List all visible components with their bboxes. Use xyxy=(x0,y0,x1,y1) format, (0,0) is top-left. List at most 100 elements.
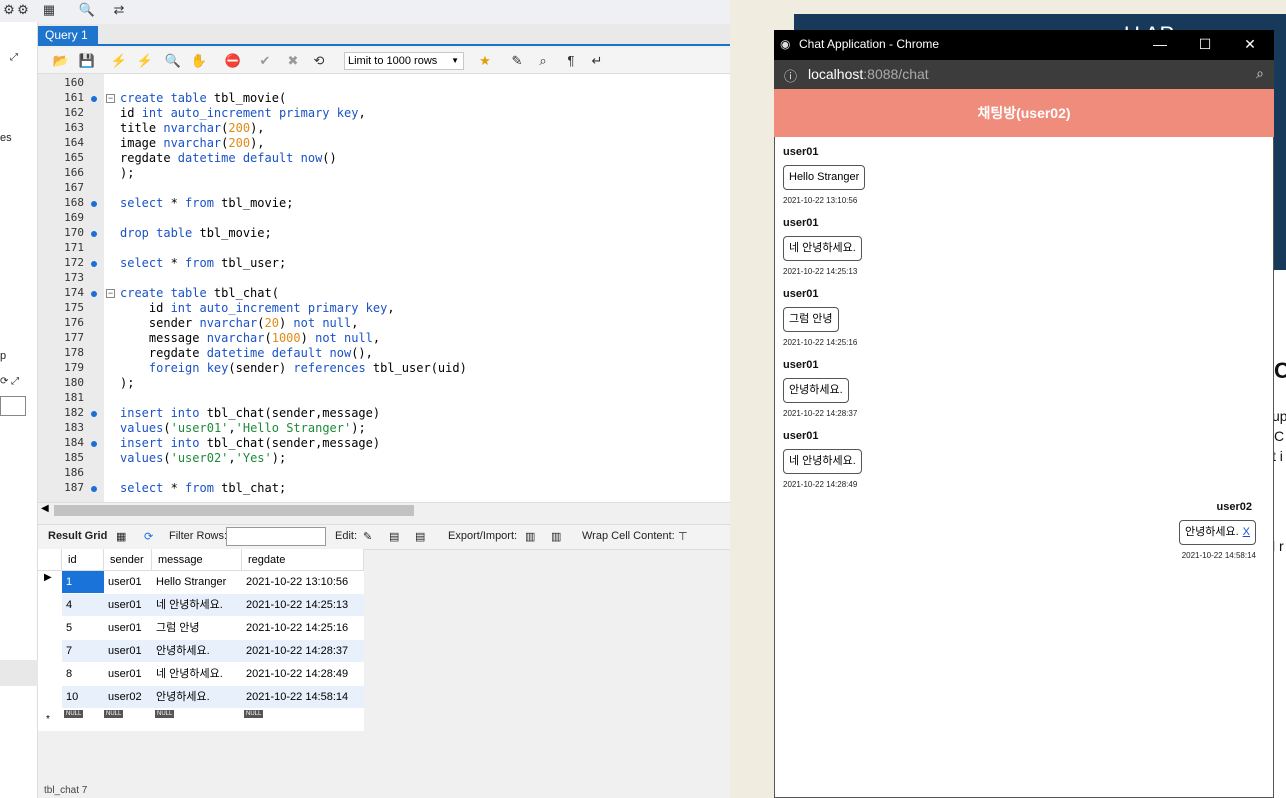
code-line[interactable]: id int auto_increment primary key, xyxy=(120,301,395,315)
beautify-icon[interactable]: ✎ xyxy=(508,52,526,70)
table-cell[interactable]: 네 안녕하세요. xyxy=(152,594,242,616)
table-cell[interactable]: 2021-10-22 14:58:14 xyxy=(242,686,364,708)
result-grid-label[interactable]: Result Grid xyxy=(48,530,107,542)
table-cell[interactable]: user01 xyxy=(104,594,152,616)
code-line[interactable]: regdate datetime default now(), xyxy=(120,346,373,360)
delete-row-icon[interactable]: ▤ xyxy=(415,530,425,543)
table-cell[interactable]: Hello Stranger xyxy=(152,571,242,593)
inspect-icon[interactable]: 🔍 xyxy=(78,2,96,18)
table-cell[interactable]: 8 xyxy=(62,663,104,685)
execute-icon[interactable]: ⚡ xyxy=(110,52,128,70)
table-cell[interactable]: 안녕하세요. xyxy=(152,686,242,708)
table-cell[interactable]: 2021-10-22 14:25:13 xyxy=(242,594,364,616)
message-timestamp: 2021-10-22 14:58:14 xyxy=(1181,551,1256,560)
col-header-regdate[interactable]: regdate xyxy=(242,549,364,571)
bookmark-icon[interactable]: ★ xyxy=(476,52,494,70)
code-line[interactable]: select * from tbl_chat; xyxy=(120,481,286,495)
zoom-icon[interactable]: ⌕ xyxy=(1256,65,1264,82)
minimize-icon[interactable]: — xyxy=(1150,34,1170,54)
scrollbar-thumb[interactable] xyxy=(54,505,414,516)
code-line[interactable]: ); xyxy=(120,166,134,180)
wrap-icon[interactable]: ↵ xyxy=(588,52,606,70)
table-cell[interactable]: user01 xyxy=(104,571,152,593)
table-icon[interactable]: ▦ xyxy=(40,2,58,18)
save-icon[interactable]: 💾 xyxy=(78,52,96,70)
table-cell[interactable]: 그럼 안녕 xyxy=(152,617,242,639)
col-header-id[interactable]: id xyxy=(62,549,104,571)
export-icon[interactable]: ▥ xyxy=(525,530,535,543)
code-line[interactable]: ); xyxy=(120,376,134,390)
expand-icon[interactable]: ⤢ xyxy=(10,52,18,63)
edit-row-icon[interactable]: ✎ xyxy=(363,530,372,543)
add-row-icon[interactable]: ▤ xyxy=(389,530,399,543)
background-text: C xyxy=(1274,358,1286,383)
fold-toggle-icon[interactable]: − xyxy=(106,289,115,298)
code-line[interactable]: foreign key(sender) references tbl_user(… xyxy=(120,361,467,375)
table-cell[interactable]: 1 xyxy=(62,571,104,593)
code-line[interactable]: create table tbl_movie( xyxy=(120,91,286,105)
table-cell[interactable]: user01 xyxy=(104,663,152,685)
maximize-icon[interactable]: ☐ xyxy=(1195,34,1215,54)
code-line[interactable]: select * from tbl_user; xyxy=(120,256,286,270)
find-icon[interactable]: ⌕ xyxy=(534,52,552,70)
table-cell[interactable]: user01 xyxy=(104,617,152,639)
col-header-message[interactable]: message xyxy=(152,549,242,571)
sidebar-search-input[interactable] xyxy=(0,396,26,416)
code-line[interactable]: drop table tbl_movie; xyxy=(120,226,272,240)
table-cell[interactable]: 5 xyxy=(62,617,104,639)
import-icon[interactable]: ▥ xyxy=(551,530,561,543)
code-line[interactable]: select * from tbl_movie; xyxy=(120,196,293,210)
code-line[interactable]: values('user01','Hello Stranger'); xyxy=(120,421,366,435)
limit-rows-select[interactable]: Limit to 1000 rows ▼ xyxy=(344,52,464,70)
table-cell[interactable]: 10 xyxy=(62,686,104,708)
message-timestamp: 2021-10-22 14:28:37 xyxy=(783,409,858,418)
stop-icon[interactable]: ✋ xyxy=(190,52,208,70)
table-cell[interactable]: 2021-10-22 14:28:37 xyxy=(242,640,364,662)
explain-icon[interactable]: 🔍 xyxy=(164,52,182,70)
refresh-icon[interactable]: ⟳ ⤢ xyxy=(0,376,19,387)
reconnect-icon[interactable]: ⇄ xyxy=(110,2,128,18)
rollback-icon[interactable]: ✖ xyxy=(284,52,302,70)
statement-marker-icon xyxy=(91,231,97,237)
scroll-left-icon[interactable]: ◀ xyxy=(41,503,49,514)
info-icon[interactable]: ⓘ xyxy=(784,66,797,85)
refresh-icon[interactable]: ⟳ xyxy=(144,530,153,543)
code-line[interactable]: insert into tbl_chat(sender,message) xyxy=(120,436,380,450)
close-icon[interactable]: ✕ xyxy=(1240,34,1260,54)
tab-result[interactable]: tbl_chat 7 xyxy=(44,785,87,796)
wrap-cell-icon[interactable]: ⊤ xyxy=(678,530,688,543)
commit-icon[interactable]: ✔ xyxy=(256,52,274,70)
invisible-chars-icon[interactable]: ¶ xyxy=(562,52,580,70)
tab-query-1[interactable]: Query 1 xyxy=(38,26,98,46)
filter-rows-input[interactable] xyxy=(226,527,326,546)
table-cell[interactable]: 2021-10-22 13:10:56 xyxy=(242,571,364,593)
table-cell[interactable]: 4 xyxy=(62,594,104,616)
table-cell[interactable]: 2021-10-22 14:28:49 xyxy=(242,663,364,685)
table-cell[interactable]: 네 안녕하세요. xyxy=(152,663,242,685)
table-cell[interactable]: 7 xyxy=(62,640,104,662)
code-line[interactable]: id int auto_increment primary key, xyxy=(120,106,366,120)
code-line[interactable]: sender nvarchar(20) not null, xyxy=(120,316,359,330)
table-cell[interactable]: user01 xyxy=(104,640,152,662)
table-cell[interactable]: user02 xyxy=(104,686,152,708)
code-line[interactable]: create table tbl_chat( xyxy=(120,286,279,300)
open-file-icon[interactable]: 📂 xyxy=(52,52,70,70)
code-line[interactable]: message nvarchar(1000) not null, xyxy=(120,331,380,345)
code-line[interactable]: title nvarchar(200), xyxy=(120,121,265,135)
autocommit-icon[interactable]: ⟲ xyxy=(310,52,328,70)
schema-icon[interactable]: ⚙ xyxy=(14,2,32,18)
code-line[interactable]: insert into tbl_chat(sender,message) xyxy=(120,406,380,420)
toggle-error-icon[interactable]: ⛔ xyxy=(224,52,242,70)
table-cell[interactable]: 2021-10-22 14:25:16 xyxy=(242,617,364,639)
delete-message-link[interactable]: X xyxy=(1243,526,1250,538)
execute-current-icon[interactable]: ⚡ xyxy=(136,52,154,70)
grid-view-icon[interactable]: ▦ xyxy=(116,530,126,543)
table-cell[interactable]: 안녕하세요. xyxy=(152,640,242,662)
code-line[interactable]: regdate datetime default now() xyxy=(120,151,337,165)
limit-rows-value: Limit to 1000 rows xyxy=(348,55,438,67)
col-header-sender[interactable]: sender xyxy=(104,549,152,571)
line-number: 164 xyxy=(64,136,84,149)
code-line[interactable]: image nvarchar(200), xyxy=(120,136,265,150)
fold-toggle-icon[interactable]: − xyxy=(106,94,115,103)
code-line[interactable]: values('user02','Yes'); xyxy=(120,451,286,465)
